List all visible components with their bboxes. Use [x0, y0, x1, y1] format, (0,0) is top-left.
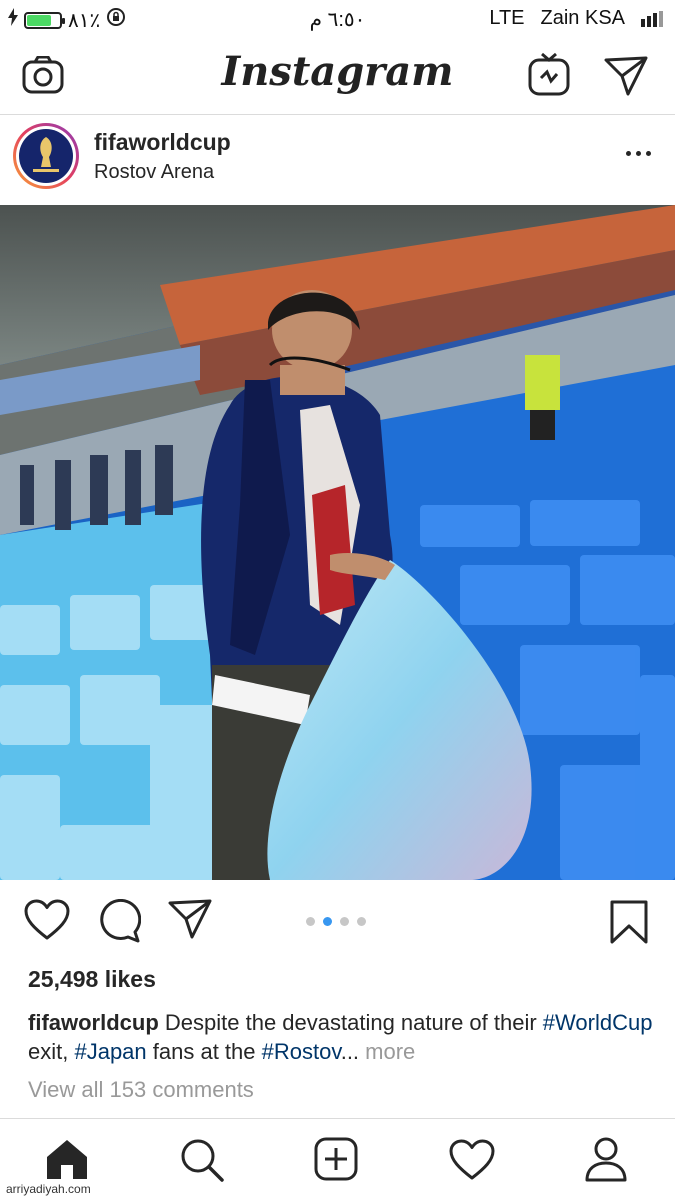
profile-icon[interactable] — [584, 1136, 628, 1187]
bookmark-icon[interactable] — [609, 899, 649, 950]
caption-ellipsis: ... — [340, 1039, 360, 1064]
hashtag-japan[interactable]: #Japan — [74, 1039, 146, 1064]
new-post-icon[interactable] — [314, 1137, 358, 1186]
carousel-dot — [306, 917, 315, 926]
signal-icon — [641, 10, 663, 27]
caption-text: fans at the — [146, 1039, 262, 1064]
top-nav-bar: Instagram — [0, 38, 675, 115]
world-cup-logo-icon — [19, 129, 73, 183]
post-username[interactable]: fifaworldcup — [94, 129, 231, 156]
avatar[interactable] — [13, 123, 79, 189]
hashtag-rostov[interactable]: #Rostov — [262, 1039, 341, 1064]
post-location[interactable]: Rostov Arena — [94, 161, 214, 184]
hashtag-worldcup[interactable]: #WorldCup — [543, 1010, 653, 1035]
post-header: fifaworldcup Rostov Arena — [0, 115, 675, 205]
caption-username[interactable]: fifaworldcup — [28, 1010, 159, 1035]
carousel-dot — [357, 917, 366, 926]
home-icon[interactable] — [45, 1137, 89, 1186]
caption-text: exit, — [28, 1039, 75, 1064]
direct-message-icon[interactable] — [604, 56, 648, 101]
share-icon[interactable] — [168, 899, 212, 944]
carrier-name: Zain KSA — [540, 7, 625, 29]
network-type: LTE — [489, 7, 525, 29]
comment-icon[interactable] — [97, 898, 142, 948]
igtv-icon[interactable] — [528, 52, 570, 101]
post-photo[interactable] — [0, 205, 675, 880]
watermark: arriyadiyah.com — [6, 1182, 91, 1196]
carousel-indicator — [306, 917, 366, 926]
bottom-tab-bar — [0, 1118, 675, 1201]
status-right: LTE Zain KSA — [489, 7, 663, 30]
instagram-logo: Instagram — [221, 48, 454, 95]
heart-icon[interactable] — [24, 899, 70, 946]
post-caption: fifaworldcup Despite the devastating nat… — [28, 1008, 658, 1066]
status-bar: ٨١٪ ٦:٥٠ م LTE Zain KSA — [0, 0, 675, 38]
caption-text: Despite the devastating nature of their — [158, 1010, 543, 1035]
carousel-dot — [323, 917, 332, 926]
likes-count[interactable]: 25,498 likes — [28, 966, 156, 993]
more-options-icon[interactable] — [626, 151, 651, 156]
activity-heart-icon[interactable] — [449, 1139, 495, 1186]
view-comments-link[interactable]: View all 153 comments — [28, 1077, 254, 1103]
search-icon[interactable] — [179, 1137, 225, 1188]
carousel-dot — [340, 917, 349, 926]
caption-more-link[interactable]: more — [359, 1039, 415, 1064]
